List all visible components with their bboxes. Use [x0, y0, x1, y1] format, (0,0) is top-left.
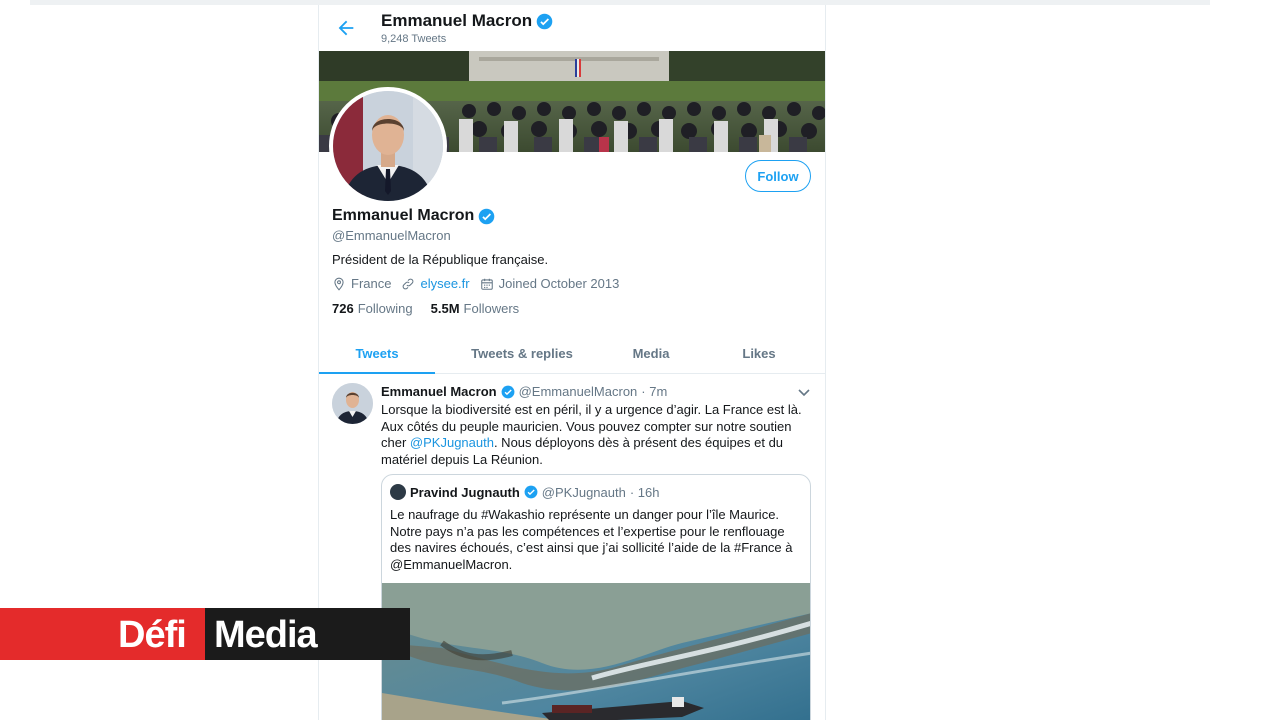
joined-item: Joined October 2013 [480, 276, 620, 291]
following-count: 726 [332, 301, 354, 316]
tab-tweets[interactable]: Tweets [319, 333, 435, 374]
tweet-text: Lorsque la biodiversité est en péril, il… [381, 402, 813, 468]
verified-badge-icon [478, 208, 495, 224]
logo-text-media: Media [214, 614, 318, 656]
profile-bio: Président de la République française. [332, 252, 549, 267]
tweet-author-handle[interactable]: @EmmanuelMacron [519, 384, 638, 399]
tweet-mention-link[interactable]: @PKJugnauth [410, 435, 494, 450]
location-text: France [351, 276, 392, 291]
header-name: Emmanuel Macron [381, 11, 553, 31]
profile-name: Emmanuel Macron [332, 207, 495, 225]
profile-header: Emmanuel Macron 9,248 Tweets [319, 5, 825, 51]
verified-badge-icon [536, 13, 553, 29]
quoted-author-handle: @PKJugnauth [541, 484, 626, 500]
tweet-author-name[interactable]: Emmanuel Macron [381, 384, 497, 399]
following-link[interactable]: 726 Following [332, 301, 413, 316]
quoted-time: · 16h [629, 484, 660, 500]
website-item: elysee.fr [401, 276, 470, 291]
link-icon [403, 278, 414, 289]
header-tweet-count: 9,248 Tweets [381, 33, 447, 45]
logo-text-defi: Défi [118, 614, 187, 656]
joined-text: Joined October 2013 [498, 276, 620, 291]
quoted-tweet-text: Le naufrage du #Wakashio représente un d… [390, 507, 793, 572]
tab-tweets-replies[interactable]: Tweets & replies [435, 333, 609, 373]
location-item: France [332, 276, 391, 291]
back-arrow-icon[interactable] [335, 17, 357, 39]
calendar-icon [480, 278, 493, 290]
profile-avatar[interactable] [329, 87, 447, 205]
followers-count: 5.5M [430, 301, 460, 316]
location-pin-icon [334, 277, 344, 291]
tweet-avatar[interactable] [332, 383, 373, 424]
quoted-tweet-header: Pravind Jugnauth @PKJugnauth · 16h [390, 484, 659, 500]
verified-badge-icon [501, 385, 515, 398]
profile-tabs: Tweets Tweets & replies Media Likes [319, 333, 825, 374]
tab-media[interactable]: Media [609, 333, 693, 373]
quoted-author-name: Pravind Jugnauth [410, 484, 520, 500]
tab-likes[interactable]: Likes [693, 333, 825, 373]
quoted-tweet-image[interactable] [382, 583, 810, 720]
profile-handle: @EmmanuelMacron [332, 228, 451, 243]
profile-counts: 726 Following 5.5M Followers [332, 301, 519, 316]
quoted-avatar [390, 484, 406, 500]
defi-media-logo: Défi Media [0, 608, 410, 660]
quoted-tweet[interactable]: Pravind Jugnauth @PKJugnauth · 16h Le na… [381, 474, 811, 720]
tweet-time[interactable]: · 7m [641, 384, 667, 399]
tweet-header: Emmanuel Macron @EmmanuelMacron · 7m [381, 384, 667, 399]
tweet[interactable]: Emmanuel Macron @EmmanuelMacron · 7m Lor… [319, 374, 825, 720]
following-label: Following [357, 301, 413, 316]
followers-label: Followers [463, 301, 520, 316]
profile-meta: France elysee.fr Joined October 2013 [332, 276, 629, 291]
verified-badge-icon [524, 485, 538, 499]
chevron-down-icon[interactable] [797, 386, 811, 398]
followers-link[interactable]: 5.5M Followers [431, 301, 520, 316]
profile-name-text: Emmanuel Macron [332, 207, 475, 224]
header-name-text: Emmanuel Macron [381, 11, 533, 30]
follow-button[interactable]: Follow [745, 160, 811, 192]
website-link[interactable]: elysee.fr [420, 276, 469, 291]
